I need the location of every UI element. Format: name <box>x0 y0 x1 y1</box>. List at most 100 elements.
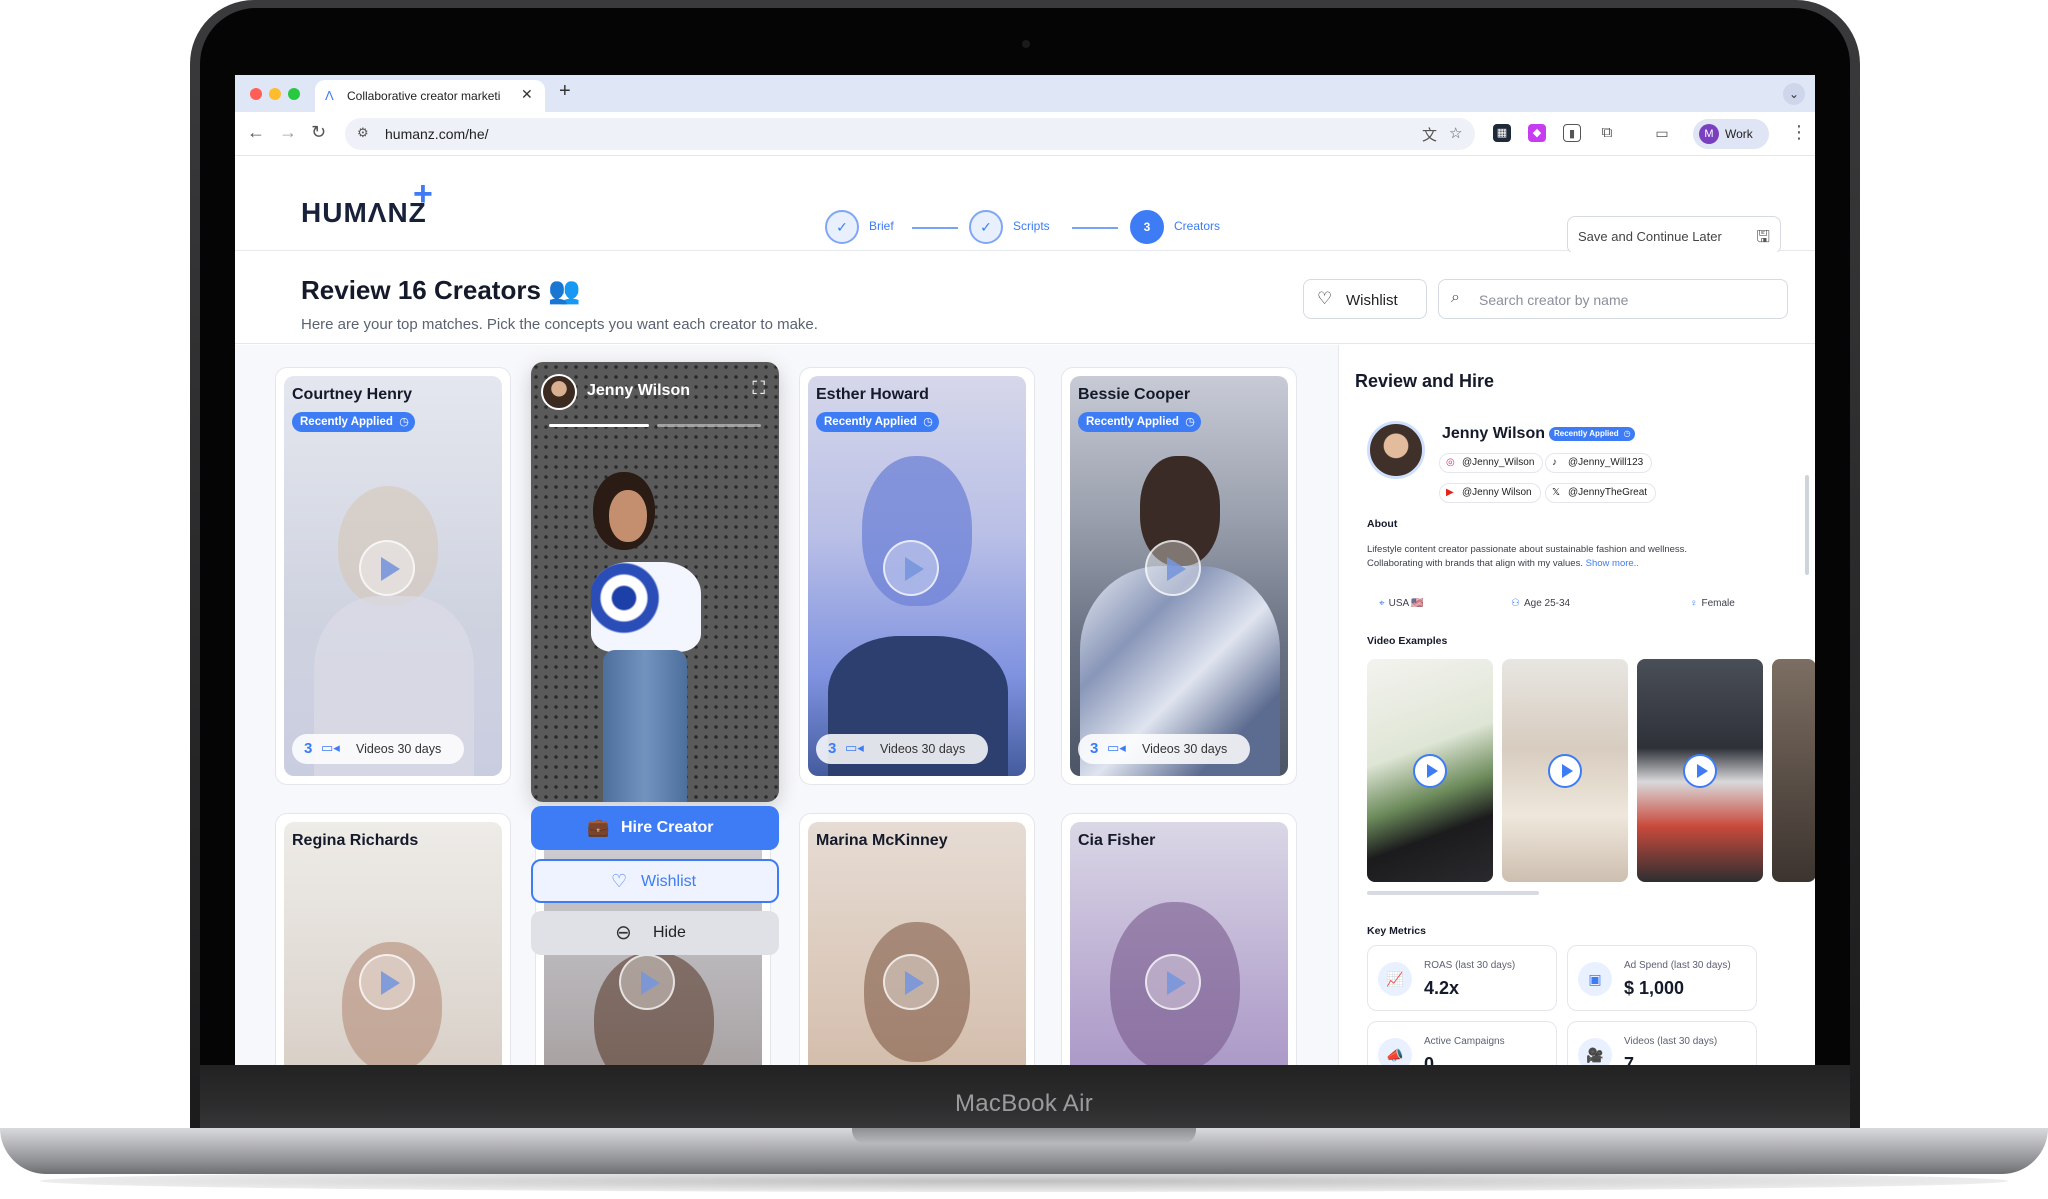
browser-menu-icon[interactable]: ⋮ <box>1790 122 1808 143</box>
panel-title: Review and Hire <box>1355 371 1495 391</box>
search-icon: ⌕ <box>1451 289 1460 306</box>
money-icon: ▣ <box>1578 962 1612 996</box>
expand-icon[interactable]: ⛶ <box>752 378 765 399</box>
recently-applied-badge: Recently Applied ◷ <box>292 412 415 432</box>
humanz-logo-plus: + <box>413 175 433 213</box>
hide-label: Hide <box>653 924 686 941</box>
play-icon[interactable] <box>1145 954 1201 1010</box>
play-icon[interactable] <box>883 540 939 596</box>
megaphone-icon: 📣 <box>1378 1038 1412 1065</box>
metric-value: 7 <box>1624 1054 1635 1065</box>
profile-label: Work <box>1725 127 1753 141</box>
minimize-window-button[interactable] <box>269 88 281 100</box>
panel-scrollbar[interactable] <box>1805 475 1809 575</box>
check-icon: ✓ <box>969 210 1003 244</box>
clock-icon: ◷ <box>399 416 409 428</box>
translate-icon[interactable]: 文 <box>1422 124 1437 145</box>
browser-tab[interactable]: Λ Collaborative creator marketi ✕ <box>315 80 545 112</box>
hire-creator-button[interactable]: 💼 Hire Creator <box>531 806 779 850</box>
play-icon[interactable] <box>359 954 415 1010</box>
cast-icon[interactable]: ▭ <box>1653 124 1671 142</box>
video-example[interactable] <box>1502 659 1628 882</box>
video-examples-scrollbar[interactable] <box>1367 891 1539 895</box>
forward-arrow-icon[interactable]: → <box>279 122 297 143</box>
tiktok-handle[interactable]: ♪ @Jenny_Will123 <box>1545 453 1653 473</box>
creator-video-thumbnail <box>284 822 502 1065</box>
creator-card[interactable]: Bessie Cooper Recently Applied ◷ 3 ▭◂ Vid… <box>1061 367 1297 785</box>
play-icon[interactable] <box>619 954 675 1010</box>
show-more-link[interactable]: Show more.. <box>1586 558 1639 569</box>
metric-card-ad-spend: ▣ Ad Spend (last 30 days) $ 1,000 <box>1567 945 1757 1011</box>
location: ⌖ USA 🇺🇸 <box>1379 598 1424 609</box>
about-text: Lifestyle content creator passionate abo… <box>1367 544 1688 569</box>
creator-card[interactable]: Cia Fisher <box>1061 813 1297 1065</box>
play-icon[interactable] <box>883 954 939 1010</box>
humanz-logo[interactable]: HUMΛNZ <box>301 197 427 229</box>
profile-avatar: M <box>1699 124 1719 144</box>
bookmark-star-icon[interactable]: ☆ <box>1449 124 1462 142</box>
video-example[interactable] <box>1772 659 1815 882</box>
x-handle[interactable]: 𝕏 @JennyTheGreat <box>1545 483 1657 503</box>
browser-tab-bar: Λ Collaborative creator marketi ✕ + ⌄ <box>235 75 1815 112</box>
instagram-handle[interactable]: ◎ @Jenny_Wilson <box>1439 453 1544 473</box>
briefcase-icon: 💼 <box>587 817 610 837</box>
address-bar[interactable]: ⚙ humanz.com/he/ 文 ☆ <box>345 118 1475 150</box>
laptop-hinge-notch <box>852 1128 1196 1144</box>
x-icon: 𝕏 <box>1552 487 1561 498</box>
metric-card-videos: 🎥 Videos (last 30 days) 7 <box>1567 1021 1757 1065</box>
creator-search: ⌕ <box>1438 279 1788 319</box>
recently-applied-badge: Recently Applied ◷ <box>816 412 939 432</box>
play-icon[interactable] <box>1413 754 1447 788</box>
video-progress-done <box>549 424 649 427</box>
tab-search-chevron-icon[interactable]: ⌄ <box>1783 83 1805 105</box>
video-example[interactable] <box>1367 659 1493 882</box>
video-progress-remaining <box>657 424 761 427</box>
metric-card-roas: 📈 ROAS (last 30 days) 4.2x <box>1367 945 1557 1011</box>
videos-count: 3 <box>304 740 313 757</box>
step-label: Creators <box>1174 219 1221 233</box>
extension-1-icon[interactable]: ▦ <box>1493 124 1511 142</box>
creator-name: Esther Howard <box>816 386 929 403</box>
creators-grid: Courtney Henry Recently Applied ◷ 3 ▭◂ Vi… <box>235 345 1338 1065</box>
play-icon[interactable] <box>1145 540 1201 596</box>
step-label: Scripts <box>1013 219 1050 233</box>
focused-creator-video[interactable]: Jenny Wilson ⛶ <box>531 362 779 802</box>
hide-button[interactable]: ⊖ Hide <box>531 911 779 955</box>
back-arrow-icon[interactable]: ← <box>247 122 265 143</box>
search-input[interactable] <box>1479 289 1779 311</box>
step-label: Brief <box>869 219 894 233</box>
save-continue-later-button[interactable]: Save and Continue Later 🖫 <box>1567 216 1781 254</box>
review-hire-panel: Review and Hire Jenny Wilson Recently Ap… <box>1338 345 1815 1065</box>
metric-value: 4.2x <box>1424 978 1460 998</box>
wishlist-button[interactable]: ♡ Wishlist <box>531 859 779 903</box>
creator-card[interactable]: Esther Howard Recently Applied ◷ 3 ▭◂ Vid… <box>799 367 1035 785</box>
tab-close-icon[interactable]: ✕ <box>521 86 533 103</box>
metric-value: $ 1,000 <box>1624 978 1685 998</box>
person-icon: ⚇ <box>1511 598 1520 609</box>
youtube-handle[interactable]: ▶ @Jenny Wilson <box>1439 483 1541 503</box>
play-icon[interactable] <box>359 540 415 596</box>
gender: ♀ Female <box>1690 598 1735 609</box>
wishlist-filter-button[interactable]: ♡ Wishlist <box>1303 279 1427 319</box>
zoom-window-button[interactable] <box>288 88 300 100</box>
step-connector <box>912 227 958 229</box>
creator-card[interactable]: Regina Richards <box>275 813 511 1065</box>
clock-icon: ◷ <box>1623 429 1631 438</box>
new-tab-icon[interactable]: + <box>559 80 571 103</box>
video-example[interactable] <box>1637 659 1763 882</box>
videos-count: 3 <box>828 740 837 757</box>
play-icon[interactable] <box>1548 754 1582 788</box>
creator-card[interactable]: Courtney Henry Recently Applied ◷ 3 ▭◂ Vi… <box>275 367 511 785</box>
play-icon[interactable] <box>1683 754 1717 788</box>
extensions-puzzle-icon[interactable]: ⧉ <box>1598 124 1616 142</box>
close-window-button[interactable] <box>250 88 262 100</box>
focused-creator-name: Jenny Wilson <box>587 382 690 399</box>
extension-2-icon[interactable]: ◆ <box>1528 124 1546 142</box>
profile-button[interactable]: M Work <box>1693 119 1769 149</box>
chart-icon: 📈 <box>1378 962 1412 996</box>
site-settings-icon[interactable]: ⚙ <box>357 125 369 141</box>
extension-3-icon[interactable]: ▮ <box>1563 124 1581 142</box>
step-number: 3 <box>1130 210 1164 244</box>
creator-card[interactable]: Marina McKinney <box>799 813 1035 1065</box>
reload-icon[interactable]: ↻ <box>311 122 326 143</box>
